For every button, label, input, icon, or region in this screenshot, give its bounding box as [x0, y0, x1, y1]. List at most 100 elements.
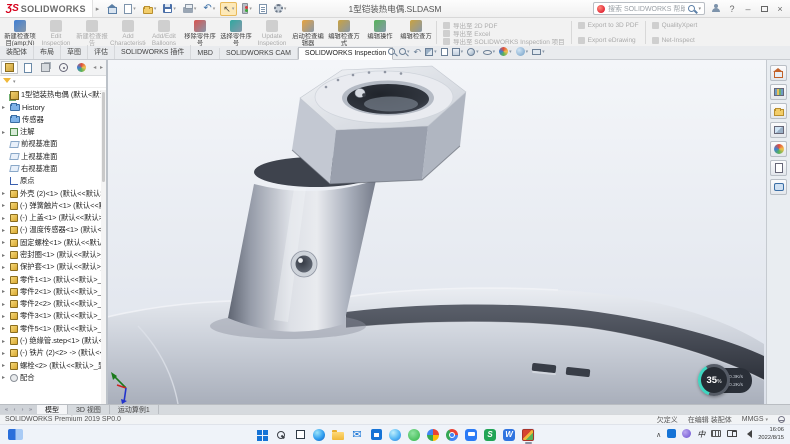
tree-item[interactable]: 上视基准面 [0, 150, 106, 162]
tree-item[interactable]: ▸注解 [0, 126, 106, 138]
tree-item[interactable]: ▸(-) 温度传感器<1> (默认<<默认>_ [0, 224, 106, 236]
zoom-fit-button[interactable] [388, 48, 395, 55]
tree-item[interactable]: ▸History [0, 101, 106, 113]
dynamic-annotation-button[interactable] [441, 48, 448, 56]
print-button[interactable]: ▾ [181, 3, 199, 14]
tree-item[interactable]: ▸零件2<2> (默认<<默认>_显示状态 [0, 298, 106, 310]
search-scope-icon[interactable] [597, 5, 605, 13]
units-selector[interactable]: MMGS ▾ [742, 416, 768, 423]
tree-item[interactable]: ▸(-) 弹簧触片<1> (默认<<默认>_显 [0, 200, 106, 212]
dropdown-arrow[interactable]: ▾ [194, 6, 197, 12]
display-style-button[interactable]: ▾ [467, 48, 479, 56]
dropdown-arrow[interactable]: ▾ [542, 49, 545, 55]
expand-arrow[interactable]: ▸ [2, 252, 8, 259]
tree-item[interactable]: ▸(-) 铁片 (2)<2> -> (默认<<默认>_ [0, 347, 106, 359]
expand-arrow[interactable]: ▸ [2, 374, 8, 381]
doc-tab-模型[interactable]: 模型 [37, 405, 68, 414]
appearances-tab[interactable] [770, 141, 787, 157]
tab-scroll-0[interactable]: « [3, 407, 10, 413]
ribbon-tab-SOLIDWORKS CAM[interactable]: SOLIDWORKS CAM [220, 48, 298, 59]
start-button[interactable] [256, 428, 269, 441]
save-button[interactable]: ▾ [161, 3, 178, 14]
zoom-area-button[interactable]: ▾ [399, 48, 410, 55]
search-icon[interactable] [688, 5, 695, 12]
custom-properties-tab[interactable] [770, 160, 787, 176]
dropdown-arrow[interactable]: ▾ [493, 49, 496, 55]
tab-dimxpertmanager[interactable] [55, 61, 72, 74]
tree-filter[interactable]: ▾ [0, 76, 106, 88]
rebuild-button[interactable]: ▾ [240, 2, 254, 15]
open-file-button[interactable]: ▾ [141, 3, 159, 15]
ribbon-tab-SOLIDWORKS Inspection[interactable]: SOLIDWORKS Inspection [298, 47, 393, 60]
wps-doc-icon[interactable]: W [503, 428, 516, 441]
expand-arrow[interactable]: ▸ [2, 362, 8, 369]
view-palette-tab[interactable] [770, 122, 787, 138]
tab-scroll-2[interactable]: › [19, 407, 26, 413]
dropdown-arrow[interactable]: ▾ [133, 6, 136, 12]
doc-tab-3D 视图[interactable]: 3D 视图 [68, 405, 110, 414]
expand-arrow[interactable]: ▸ [2, 239, 8, 246]
model-hex-nut[interactable] [292, 66, 466, 184]
tree-item[interactable]: ▸保护套<1> (默认<<默认>_显示状 [0, 261, 106, 273]
task-view-button[interactable] [294, 428, 307, 441]
edge-icon[interactable] [313, 428, 326, 441]
edit-inspection-button[interactable]: 编辑检查方 [398, 19, 434, 46]
browser-icon[interactable] [389, 428, 402, 441]
ribbon-tab-布局[interactable]: 布局 [34, 45, 61, 59]
tab-propertymanager[interactable] [19, 61, 36, 74]
dropdown-arrow[interactable]: ▾ [476, 49, 479, 55]
hide-show-items-button[interactable]: ▾ [483, 48, 496, 55]
expand-arrow[interactable]: ▸ [2, 104, 8, 111]
tree-item[interactable]: ▸(-) 上盖<1> (默认<<默认>_显示状 [0, 212, 106, 224]
menu-flyout-arrow[interactable]: ▸ [96, 5, 100, 13]
panel-tabs-scroll[interactable]: ◂ ▸ [93, 64, 105, 71]
tree-item[interactable]: ▸零件1<1> (默认<<默认>_显示状态 [0, 273, 106, 285]
tree-item[interactable]: ▸外壳 (2)<1> (默认<<默认>_显示状 [0, 187, 106, 199]
tree-item[interactable]: ▸零件3<1> (默认<<默认>_显示状态 [0, 310, 106, 322]
expand-arrow[interactable]: ▸ [2, 313, 8, 320]
undo-button[interactable]: ↶▾ [201, 3, 217, 15]
apply-scene-button[interactable]: ▾ [516, 47, 529, 56]
dropdown-arrow[interactable]: ▾ [249, 6, 252, 12]
tree-item[interactable]: 1型铠装热电偶 (默认<默认_显示状态-1>) [0, 89, 106, 101]
view-settings-button[interactable]: ▾ [532, 48, 545, 55]
ime-language-indicator[interactable]: 中 [697, 429, 705, 440]
minimize-icon[interactable]: – [742, 4, 754, 14]
edit-inspection-method-button[interactable]: 编辑检查方式 [326, 19, 362, 46]
tree-item[interactable]: ▸配合 [0, 372, 106, 384]
edit-operation-button[interactable]: 编辑操作 [362, 19, 398, 46]
tree-item[interactable]: ▸(-) 绝缘管.step<1> (默认<<默认> [0, 335, 106, 347]
launch-inspection-editor-button[interactable]: 启动检查编辑器 [290, 19, 326, 46]
expand-arrow[interactable]: ▸ [2, 325, 8, 332]
graphics-viewport[interactable]: 0.3K/s 0.2K/s 35% [108, 60, 766, 404]
dropdown-arrow[interactable]: ▾ [284, 6, 287, 12]
usage-gauge[interactable]: 35% [698, 364, 730, 396]
options-button[interactable]: ▾ [272, 3, 289, 14]
previous-view-button[interactable]: ↶ [414, 48, 422, 56]
expand-arrow[interactable]: ▸ [2, 350, 8, 357]
hidden-icons-chevron[interactable]: ∧ [656, 430, 661, 439]
remove-balloons-button[interactable]: 移除零件序号 [182, 19, 218, 46]
edit-appearance-button[interactable]: ▾ [499, 47, 512, 56]
ribbon-tab-装配体[interactable]: 装配体 [0, 45, 34, 59]
tab-scroll-1[interactable]: ‹ [11, 407, 18, 413]
model-3d-view[interactable] [108, 60, 764, 404]
file-explorer-taskbar-icon[interactable] [332, 428, 345, 441]
tree-item[interactable]: 传感器 [0, 114, 106, 126]
dropdown-arrow[interactable]: ▾ [509, 49, 512, 55]
expand-arrow[interactable]: ▸ [2, 215, 8, 222]
home-button[interactable] [106, 3, 119, 15]
tree-item[interactable]: ▸零件5<1> (默认<<默认>_显示状态 [0, 323, 106, 335]
ribbon-tab-草图[interactable]: 草图 [61, 45, 88, 59]
new-file-button[interactable]: ▾ [122, 3, 138, 15]
tree-item[interactable]: ▸零件2<1> (默认<<默认>_显示状态 [0, 286, 106, 298]
tree-item[interactable]: ▸密封圈<1> (默认<<默认>_显示状 [0, 249, 106, 261]
new-inspection-project-button[interactable]: 新建检查项目(amp;N) [2, 19, 38, 46]
tree-item[interactable]: 前视基准面 [0, 138, 106, 150]
expand-arrow[interactable]: ▸ [2, 202, 8, 209]
chrome-icon[interactable] [446, 428, 459, 441]
wps-sheet-icon[interactable]: S [484, 428, 497, 441]
expand-arrow[interactable]: ▸ [2, 129, 8, 136]
design-library-tab[interactable] [770, 84, 787, 100]
dropdown-arrow[interactable]: ▾ [526, 49, 529, 55]
